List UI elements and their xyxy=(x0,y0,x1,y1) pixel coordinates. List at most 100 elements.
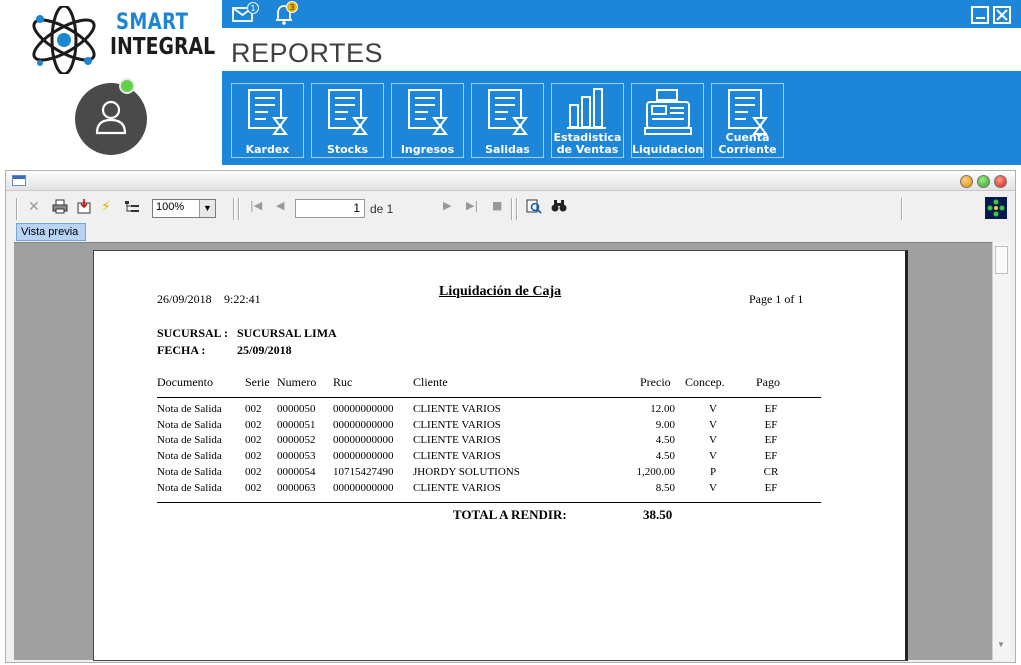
date-value: 25/09/2018 xyxy=(237,343,292,357)
cell-concepto: V xyxy=(709,434,717,447)
window-icon xyxy=(12,175,26,186)
cell-documento: Nota de Salida xyxy=(157,481,222,494)
user-icon xyxy=(95,100,127,135)
logo-text-smart: SMART xyxy=(116,10,189,35)
last-page-icon[interactable]: ▶| xyxy=(466,199,478,212)
scroll-thumb[interactable] xyxy=(995,246,1008,274)
ingresos-label: Ingresos xyxy=(400,143,455,156)
tab-vista-previa[interactable]: Vista previa xyxy=(16,223,86,241)
cell-documento: Nota de Salida xyxy=(157,403,222,415)
cell-documento: Nota de Salida xyxy=(157,418,222,431)
print-icon[interactable] xyxy=(52,199,68,218)
vertical-scrollbar[interactable]: ▼ xyxy=(992,242,1010,660)
close-button[interactable] xyxy=(993,6,1011,24)
tree-icon[interactable] xyxy=(124,199,140,218)
top-bar: 1 3 xyxy=(222,0,1021,28)
column-header-cliente: Cliente xyxy=(413,375,448,389)
branch-value: SUCURSAL LIMA xyxy=(237,326,337,340)
salidas-button[interactable]: Salidas xyxy=(471,83,544,158)
cell-numero: 0000050 xyxy=(277,403,316,415)
cell-precio: 4.50 xyxy=(655,434,675,447)
user-avatar[interactable] xyxy=(75,83,147,155)
cuenta-corriente-button[interactable]: Cuenta Corriente xyxy=(711,83,784,158)
total-label: TOTAL A RENDIR: xyxy=(453,507,567,522)
viewer-minimize-button[interactable] xyxy=(960,175,973,188)
column-header-concepto: Concep. xyxy=(685,375,725,389)
toolbar-separator xyxy=(233,198,235,220)
cell-precio: 8.50 xyxy=(655,481,675,494)
search-page-icon[interactable] xyxy=(526,199,542,218)
zoom-value: 100% xyxy=(156,201,185,213)
toolbar-separator xyxy=(238,198,240,220)
stop-icon[interactable]: ■ xyxy=(492,199,502,212)
kardex-label: Kardex xyxy=(245,143,290,156)
cancel-icon[interactable]: ✕ xyxy=(28,199,40,215)
binoculars-icon[interactable] xyxy=(551,199,567,217)
current-page-input[interactable]: 1 xyxy=(295,199,365,218)
cell-concepto: P xyxy=(709,465,717,478)
scroll-down-icon[interactable]: ▼ xyxy=(997,640,1005,649)
cell-pago: EF xyxy=(764,450,778,463)
viewer-close-button[interactable] xyxy=(994,175,1007,188)
estadistica-ventas-label: Estadistica de Ventas xyxy=(553,131,622,156)
report-canvas: 26/09/2018 9:22:41 Liquidación de Caja P… xyxy=(14,242,992,661)
bar-chart-icon xyxy=(567,88,606,129)
ingresos-button[interactable]: Ingresos xyxy=(391,83,464,158)
date-label: FECHA : xyxy=(157,343,206,357)
page-count-label: de 1 xyxy=(370,202,394,216)
viewer-maximize-button[interactable] xyxy=(977,175,990,188)
zoom-select[interactable]: 100% ▼ xyxy=(152,199,216,218)
next-page-icon[interactable]: ▶ xyxy=(443,199,451,212)
minimize-button[interactable] xyxy=(971,6,989,24)
prev-page-icon[interactable]: ◀ xyxy=(276,199,284,212)
cell-ruc: 00000000000 xyxy=(333,481,394,494)
estadistica-ventas-button[interactable]: Estadistica de Ventas xyxy=(551,83,624,158)
page-title: REPORTES xyxy=(231,38,384,68)
cell-cliente: CLIENTE VARIOS xyxy=(413,434,501,447)
toolbar-separator xyxy=(511,198,513,220)
cell-pago: CR xyxy=(763,465,779,478)
cell-numero: 0000052 xyxy=(277,434,316,447)
cuenta-corriente-label: Cuenta Corriente xyxy=(718,131,777,156)
close-icon xyxy=(996,9,1008,21)
report-time: 9:22:41 xyxy=(224,292,261,306)
report-title: Liquidación de Caja xyxy=(439,284,562,299)
liquidacion-button[interactable]: Liquidacion xyxy=(631,83,704,158)
mail-badge: 1 xyxy=(247,2,259,14)
notification-badge: 3 xyxy=(286,1,298,13)
stocks-button[interactable]: Stocks xyxy=(311,83,384,158)
cell-documento: Nota de Salida xyxy=(157,434,222,447)
cell-cliente: CLIENTE VARIOS xyxy=(413,481,501,494)
kardex-button[interactable]: Kardex xyxy=(231,83,304,158)
logo-text-integral: INTEGRAL xyxy=(110,34,216,60)
cell-serie: 002 xyxy=(245,403,262,415)
cell-ruc: 00000000000 xyxy=(333,450,394,463)
cell-pago: EF xyxy=(764,403,778,415)
report-viewer-window: ✕ ⚡ 100% ▼ |◀ ◀ 1 de 1 ▶ ▶| ■ Vista prev… xyxy=(5,170,1016,663)
report-date: 26/09/2018 xyxy=(157,292,212,306)
cell-numero: 0000063 xyxy=(277,481,316,494)
salidas-label: Salidas xyxy=(485,143,530,156)
refresh-lightning-icon[interactable]: ⚡ xyxy=(101,199,111,215)
cell-pago: EF xyxy=(764,434,778,447)
report-hourglass-icon xyxy=(488,89,528,135)
report-page: 26/09/2018 9:22:41 Liquidación de Caja P… xyxy=(93,250,908,661)
column-header-pago: Pago xyxy=(756,375,780,389)
notifications-button[interactable]: 3 xyxy=(274,1,298,30)
toolbar-separator xyxy=(16,198,18,220)
cell-ruc: 10715427490 xyxy=(333,465,394,478)
cell-precio: 9.00 xyxy=(655,418,675,431)
header-rule xyxy=(157,397,821,398)
atom-logo-icon xyxy=(32,6,96,74)
mail-button[interactable]: 1 xyxy=(232,2,259,28)
cell-ruc: 00000000000 xyxy=(333,434,394,447)
cell-precio: 1,200.00 xyxy=(636,465,676,478)
cell-precio: 4.50 xyxy=(655,450,675,463)
column-header-documento: Documento xyxy=(157,375,213,389)
online-status-dot xyxy=(119,78,135,94)
cell-serie: 002 xyxy=(245,465,262,478)
cell-serie: 002 xyxy=(245,418,262,431)
first-page-icon[interactable]: |◀ xyxy=(250,199,262,212)
export-icon[interactable] xyxy=(76,199,92,218)
cell-concepto: V xyxy=(709,403,717,415)
